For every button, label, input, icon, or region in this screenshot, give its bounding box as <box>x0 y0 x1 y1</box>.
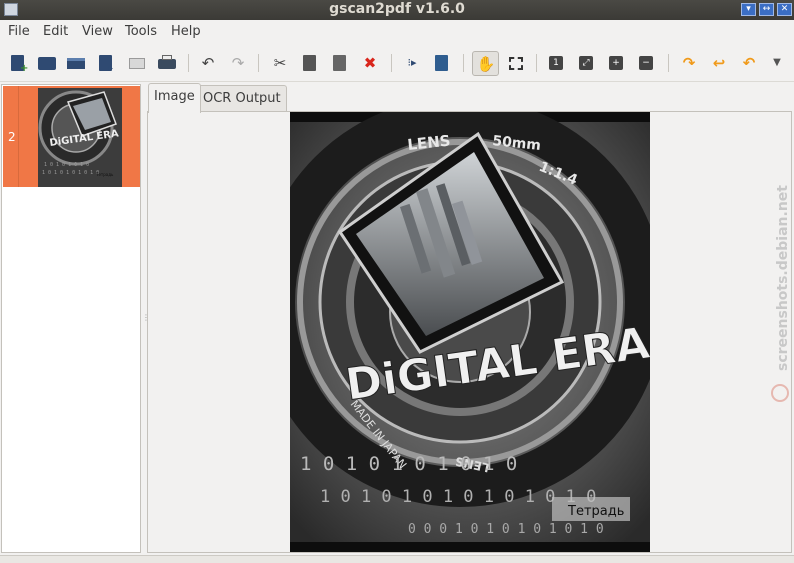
copy-icon[interactable] <box>300 53 320 73</box>
zoom-100-icon[interactable]: 1 <box>547 53 567 73</box>
svg-text:Тетрадь: Тетрадь <box>95 172 114 177</box>
selection-tool-icon[interactable] <box>505 53 525 73</box>
rotate-180-icon[interactable]: ↷ <box>679 53 699 73</box>
binary-row-1: 1 0 1 0 1 0 1 0 1 0 <box>300 453 517 475</box>
hand-tool-icon[interactable]: ✋ <box>472 51 499 76</box>
toolbar-separator <box>668 54 669 72</box>
minimize-button[interactable]: ▾ <box>741 3 756 16</box>
toolbar-separator <box>258 54 259 72</box>
toolbar-separator <box>391 54 392 72</box>
menu-bar: File Edit View Tools Help <box>0 20 794 44</box>
svg-text:1 0 1 0 1 0 1 0 1 0: 1 0 1 0 1 0 1 0 1 0 <box>42 170 99 176</box>
thumbnail-pane[interactable]: 2 DiGITAL ERA 1 0 1 0 1 0 1 0 1 0 1 0 1 … <box>1 84 141 553</box>
binary-row-3: 0 0 0 1 0 1 0 1 0 1 0 1 0 <box>408 522 604 537</box>
menu-tools[interactable]: Tools <box>125 24 157 39</box>
pane-splitter[interactable]: ⋮ <box>142 313 150 325</box>
tab-ocr-output[interactable]: OCR Output <box>197 85 287 112</box>
select-all-icon[interactable] <box>432 53 452 73</box>
toolbar: + ▸ ↶ ↷ ✂ ✖ ⁝▸ ✋ 1 ⤢ + − ↷ ↩ ↶ ▼ <box>0 44 794 82</box>
menu-help[interactable]: Help <box>171 24 201 39</box>
new-document-icon[interactable]: + <box>8 53 28 74</box>
watermark: screenshots.debian.net <box>770 165 792 405</box>
window-title: gscan2pdf v1.6.0 <box>329 1 465 17</box>
watermark-text: screenshots.debian.net <box>775 185 791 371</box>
main-area: 2 DiGITAL ERA 1 0 1 0 1 0 1 0 1 0 1 0 1 … <box>0 83 794 555</box>
print-icon[interactable] <box>157 53 177 73</box>
paste-icon[interactable] <box>330 53 350 73</box>
scan-icon[interactable] <box>66 53 86 73</box>
cut-icon[interactable]: ✂ <box>270 53 290 73</box>
rotate-270-icon[interactable]: ↶ <box>739 53 759 73</box>
restore-button[interactable]: ↔ <box>759 3 774 16</box>
zoom-fit-icon[interactable]: ⤢ <box>577 53 597 73</box>
toolbar-separator <box>463 54 464 72</box>
status-bar <box>0 555 794 563</box>
renumber-icon[interactable]: ⁝▸ <box>402 53 422 73</box>
thumbnail-page-number: 2 <box>8 130 16 144</box>
close-button[interactable]: ✕ <box>777 3 792 16</box>
toolbar-separator <box>188 54 189 72</box>
more-icon[interactable]: ▼ <box>767 53 787 73</box>
zoom-out-icon[interactable]: − <box>637 53 657 73</box>
thumbnail-item[interactable]: 2 DiGITAL ERA 1 0 1 0 1 0 1 0 1 0 1 0 1 … <box>3 86 140 187</box>
zoom-in-icon[interactable]: + <box>607 53 627 73</box>
delete-icon[interactable]: ✖ <box>360 53 380 73</box>
open-folder-icon[interactable] <box>37 53 57 73</box>
thumbnail-image: DiGITAL ERA 1 0 1 0 1 0 1 0 1 0 1 0 1 0 … <box>38 88 122 187</box>
scanned-page-image: LENS 50mm 1:1.4 DiGITAL ERA MADE IN JAPA… <box>290 112 650 552</box>
tab-notebook: Image OCR Output LENS 50mm 1:1.4 DiGITAL… <box>147 83 793 554</box>
toolbar-separator <box>536 54 537 72</box>
tab-image[interactable]: Image <box>148 83 201 113</box>
email-icon[interactable] <box>127 53 147 73</box>
menu-file[interactable]: File <box>8 24 30 39</box>
redo-icon[interactable]: ↷ <box>228 53 248 73</box>
rotate-90-icon[interactable]: ↩ <box>709 53 729 73</box>
menu-view[interactable]: View <box>82 24 113 39</box>
undo-icon[interactable]: ↶ <box>198 53 218 73</box>
svg-text:1 0 1 0 1 0 1 0: 1 0 1 0 1 0 1 0 <box>44 162 89 168</box>
image-view[interactable]: LENS 50mm 1:1.4 DiGITAL ERA MADE IN JAPA… <box>147 111 792 553</box>
title-bar: gscan2pdf v1.6.0 ▾ ↔ ✕ <box>0 0 794 20</box>
cover-caption-text: Тетрадь <box>567 504 624 519</box>
menu-edit[interactable]: Edit <box>43 24 68 39</box>
save-icon[interactable]: ▸ <box>96 53 116 74</box>
